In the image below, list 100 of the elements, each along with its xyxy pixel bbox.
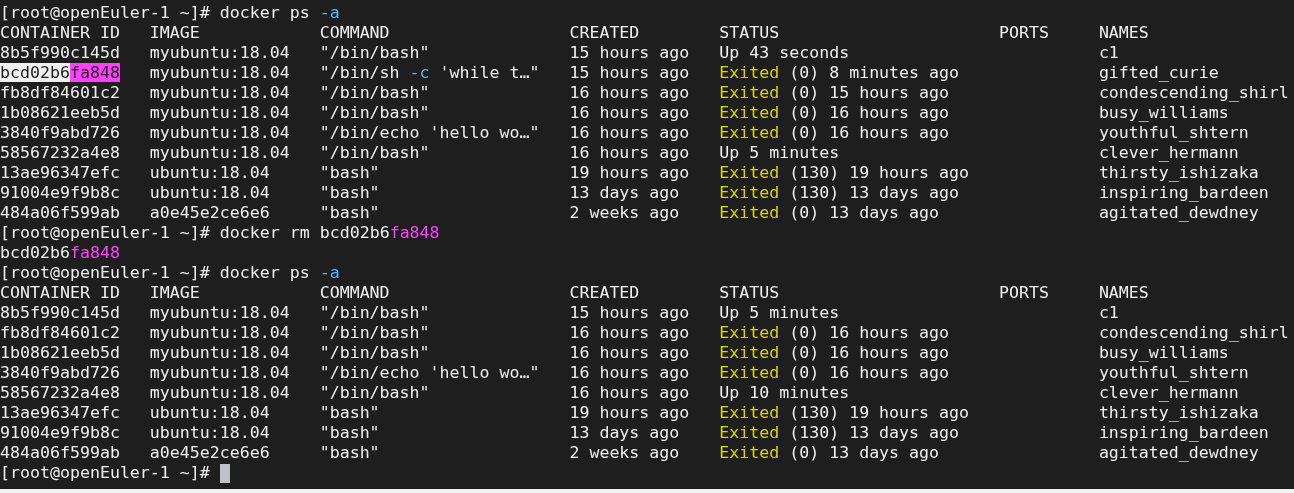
created-cell-text: 15 hours ago [569, 43, 691, 63]
created-cell-text: 16 hours ago [569, 383, 691, 403]
command-cell-text: "/bin/sh -c 'while t…" [319, 63, 541, 83]
image-name: ubuntu:18.04 [149, 163, 271, 183]
container-name: condescending_shirl [1098, 83, 1290, 103]
created-cell-text: 16 hours ago [569, 143, 691, 163]
status-cell-text: Up 10 minutes [719, 383, 851, 403]
status-cell-text: Exited (0) 15 hours ago [719, 83, 951, 103]
created-cell-text: 2 weeks ago [569, 203, 681, 223]
status-cell-text: Exited (0) 16 hours ago [719, 343, 951, 363]
container-name: agitated_dewdney [1098, 443, 1260, 463]
command-cell-text: "/bin/echo 'hello wo…" [319, 123, 541, 143]
status-cell-text: Exited (0) 16 hours ago [719, 123, 951, 143]
created-cell-text: 16 hours ago [569, 363, 691, 383]
image-name: a0e45e2ce6e6 [149, 443, 271, 463]
container-name: busy_williams [1098, 103, 1230, 123]
status-cell-text: Exited (0) 16 hours ago [719, 103, 951, 123]
command-cell-text: "bash" [319, 163, 381, 183]
container-name: youthful_shtern [1098, 123, 1250, 143]
created-cell-text: 16 hours ago [569, 323, 691, 343]
status-cell-text: Exited (130) 13 days ago [719, 423, 961, 443]
column-header: CONTAINER ID [0, 23, 121, 43]
command-cell-text: "/bin/bash" [319, 383, 431, 403]
status-cell-text: Exited (0) 13 days ago [719, 203, 941, 223]
container-name: busy_williams [1098, 343, 1230, 363]
command-cell-text: "bash" [319, 403, 381, 423]
image-name: myubuntu:18.04 [149, 363, 291, 383]
output-text: bcd02b6fa848 [0, 243, 120, 263]
container-id: 3840f9abd726 [0, 363, 121, 383]
command-cell-text: "/bin/bash" [319, 323, 431, 343]
container-id: bcd02b6fa848 [0, 63, 121, 83]
container-name: c1 [1098, 43, 1120, 63]
container-name: inspiring_bardeen [1098, 423, 1270, 443]
created-cell-text: 16 hours ago [569, 123, 691, 143]
image-name: ubuntu:18.04 [149, 183, 271, 203]
created-cell-text: 13 days ago [569, 183, 681, 203]
container-id: 3840f9abd726 [0, 123, 121, 143]
command-cell-text: "bash" [319, 423, 381, 443]
status-cell-text: Exited (130) 19 hours ago [719, 403, 971, 423]
created-cell-text: 13 days ago [569, 423, 681, 443]
command-cell-text: "/bin/bash" [319, 143, 431, 163]
created-cell-text: 15 hours ago [569, 303, 691, 323]
container-id: 13ae96347efc [0, 403, 121, 423]
status-cell-text: Exited (130) 13 days ago [719, 183, 961, 203]
created-cell-text: 19 hours ago [569, 403, 691, 423]
column-header: PORTS [999, 283, 1050, 303]
column-header: STATUS [719, 283, 781, 303]
column-header: COMMAND [319, 283, 391, 303]
container-id: 1b08621eeb5d [0, 343, 121, 363]
column-header: COMMAND [319, 23, 391, 43]
container-id: 13ae96347efc [0, 163, 121, 183]
container-name: inspiring_bardeen [1098, 183, 1270, 203]
command-text: docker ps -a [218, 263, 340, 283]
command-cell-text: "/bin/echo 'hello wo…" [319, 363, 541, 383]
container-id: 58567232a4e8 [0, 383, 121, 403]
status-cell-text: Exited (0) 13 days ago [719, 443, 941, 463]
container-id: fb8df84601c2 [0, 323, 121, 343]
status-cell-text: Up 43 seconds [719, 43, 851, 63]
created-cell-text: 16 hours ago [569, 83, 691, 103]
column-header: NAMES [1098, 23, 1150, 43]
prompt-text: [root@openEuler-1 ~]# [0, 3, 210, 23]
command-cell-text: "bash" [319, 183, 381, 203]
container-id: 1b08621eeb5d [0, 103, 121, 123]
container-name: c1 [1098, 303, 1120, 323]
status-cell-text: Exited (0) 8 minutes ago [719, 63, 961, 83]
image-name: ubuntu:18.04 [149, 403, 271, 423]
column-header: IMAGE [149, 23, 201, 43]
container-name: gifted_curie [1098, 63, 1220, 83]
container-name: thirsty_ishizaka [1098, 163, 1260, 183]
image-name: a0e45e2ce6e6 [149, 203, 271, 223]
column-header: CREATED [569, 23, 641, 43]
prompt-text: [root@openEuler-1 ~]# [0, 223, 210, 243]
command-cell-text: "/bin/bash" [319, 303, 431, 323]
container-name: thirsty_ishizaka [1098, 403, 1260, 423]
status-cell-text: Up 5 minutes [719, 303, 841, 323]
created-cell-text: 2 weeks ago [569, 443, 681, 463]
created-cell-text: 16 hours ago [569, 103, 691, 123]
image-name: myubuntu:18.04 [149, 303, 291, 323]
container-id: fb8df84601c2 [0, 83, 121, 103]
column-header: NAMES [1098, 283, 1150, 303]
column-header: IMAGE [149, 283, 201, 303]
status-cell-text: Exited (130) 19 hours ago [719, 163, 971, 183]
container-id: 484a06f599ab [0, 203, 121, 223]
container-id: 58567232a4e8 [0, 143, 121, 163]
image-name: myubuntu:18.04 [149, 123, 291, 143]
image-name: myubuntu:18.04 [149, 43, 291, 63]
container-name: youthful_shtern [1098, 363, 1250, 383]
image-name: myubuntu:18.04 [149, 323, 291, 343]
container-id: 91004e9f9b8c [0, 183, 121, 203]
prompt-text: [root@openEuler-1 ~]# [0, 463, 210, 483]
image-name: myubuntu:18.04 [149, 343, 291, 363]
image-name: myubuntu:18.04 [149, 63, 291, 83]
command-text: docker ps -a [218, 3, 340, 23]
command-cell-text: "/bin/bash" [319, 103, 431, 123]
command-cell-text: "bash" [319, 203, 381, 223]
image-name: ubuntu:18.04 [149, 423, 271, 443]
command-cell-text: "/bin/bash" [319, 43, 431, 63]
container-id: 8b5f990c145d [0, 43, 121, 63]
container-name: condescending_shirl [1098, 323, 1290, 343]
container-id: 484a06f599ab [0, 443, 121, 463]
